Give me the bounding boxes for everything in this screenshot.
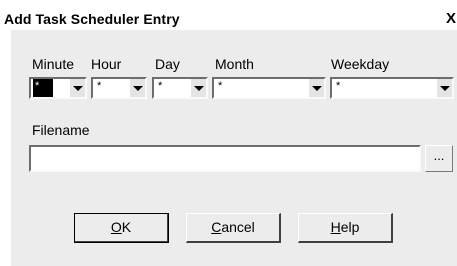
chevron-down-icon[interactable] (190, 79, 206, 97)
chevron-down-icon[interactable] (69, 79, 85, 97)
minute-value: * (33, 79, 53, 97)
ok-mnemonic: O (110, 219, 122, 235)
help-button[interactable]: Help (298, 213, 393, 243)
title-bar[interactable]: Add Task Scheduler Entry X (0, 9, 457, 29)
hour-dropdown[interactable]: * (91, 77, 147, 99)
month-label: Month (215, 56, 254, 72)
minute-label: Minute (32, 56, 75, 72)
ok-button[interactable]: OK (74, 213, 169, 243)
day-dropdown[interactable]: * (152, 77, 208, 99)
day-value: * (158, 80, 163, 92)
weekday-label: Weekday (331, 56, 390, 72)
minute-dropdown[interactable]: * (29, 77, 87, 99)
day-label: Day (155, 56, 180, 72)
filename-label: Filename (32, 122, 90, 138)
month-value: * (218, 80, 223, 92)
help-mnemonic: H (330, 219, 341, 235)
help-label-rest: elp (340, 219, 360, 235)
month-dropdown[interactable]: * (212, 77, 326, 99)
cancel-mnemonic: C (211, 219, 222, 235)
close-icon[interactable]: X (446, 10, 457, 28)
chevron-down-icon[interactable] (436, 79, 452, 97)
hour-value: * (97, 80, 102, 92)
filename-input[interactable] (29, 145, 421, 172)
dialog-title: Add Task Scheduler Entry (4, 11, 180, 27)
add-task-scheduler-dialog: Add Task Scheduler Entry X Minute Hour D… (0, 0, 457, 266)
cancel-label-rest: ancel (221, 219, 255, 235)
ok-label-rest: K (121, 219, 132, 235)
cancel-button[interactable]: Cancel (186, 213, 281, 243)
weekday-dropdown[interactable]: * (330, 77, 454, 99)
weekday-value: * (336, 80, 341, 92)
hour-label: Hour (91, 56, 122, 72)
chevron-down-icon[interactable] (129, 79, 145, 97)
chevron-down-icon[interactable] (308, 79, 324, 97)
browse-button[interactable]: ... (425, 145, 453, 172)
